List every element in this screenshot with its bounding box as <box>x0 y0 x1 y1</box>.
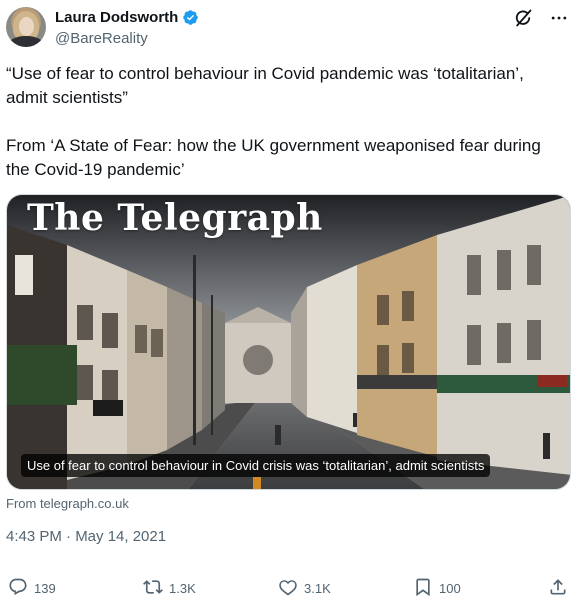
link-card-source[interactable]: From telegraph.co.uk <box>6 496 129 511</box>
avatar[interactable] <box>6 7 46 47</box>
author-display-name[interactable]: Laura Dodsworth <box>55 9 178 26</box>
bookmark-count: 100 <box>439 581 461 596</box>
bookmark-button[interactable]: 100 <box>413 577 461 600</box>
retweet-icon <box>143 577 163 600</box>
more-icon[interactable] <box>549 8 569 28</box>
retweet-button[interactable]: 1.3K <box>143 577 196 600</box>
author-handle[interactable]: @BareReality <box>55 30 148 47</box>
like-icon <box>278 577 298 600</box>
action-bar: 139 1.3K 3.1K 100 <box>0 577 579 599</box>
author-name-row: Laura Dodsworth <box>55 9 199 26</box>
tweet-timestamp[interactable]: 4:43 PM · May 14, 2021 <box>6 528 166 545</box>
reply-count: 139 <box>34 581 56 596</box>
tweet-paragraph-1: “Use of fear to control behaviour in Cov… <box>6 64 524 107</box>
retweet-count: 1.3K <box>169 581 196 596</box>
tweet-text: “Use of fear to control behaviour in Cov… <box>6 62 566 182</box>
like-count: 3.1K <box>304 581 331 596</box>
verified-badge-icon[interactable] <box>182 9 199 26</box>
link-card-image <box>7 195 570 489</box>
reply-button[interactable]: 139 <box>8 577 56 600</box>
bookmark-icon <box>413 577 433 600</box>
share-button[interactable] <box>548 577 568 600</box>
share-icon <box>548 577 568 600</box>
link-card-caption: Use of fear to control behaviour in Covi… <box>21 454 491 477</box>
like-button[interactable]: 3.1K <box>278 577 331 600</box>
tweet-paragraph-2: From ‘A State of Fear: how the UK govern… <box>6 136 541 179</box>
top-actions <box>513 8 569 28</box>
grok-icon[interactable] <box>513 8 533 28</box>
link-card-masthead: The Telegraph <box>27 197 323 239</box>
reply-icon <box>8 577 28 600</box>
link-card[interactable]: The Telegraph Use of fear to control beh… <box>6 194 571 490</box>
